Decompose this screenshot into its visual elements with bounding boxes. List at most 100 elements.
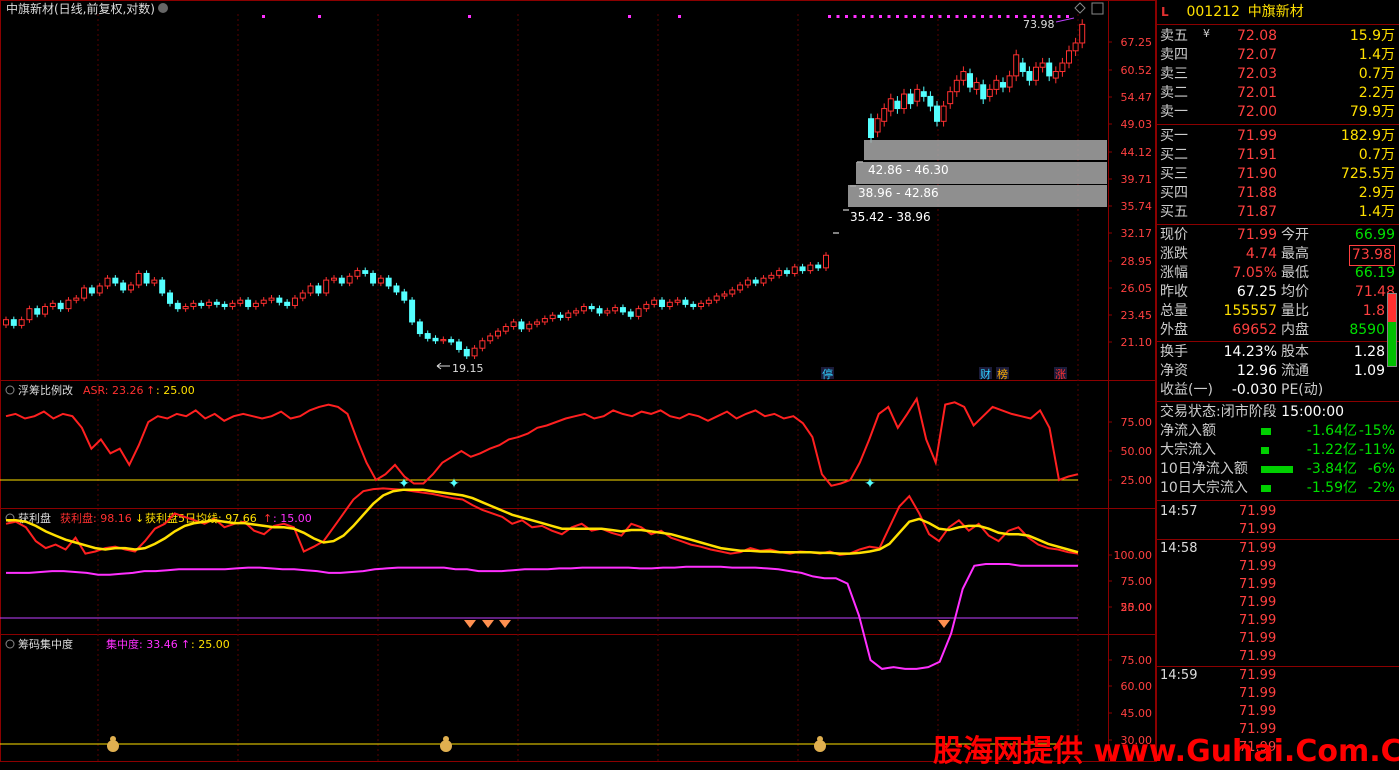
flow-percent: -15%: [1358, 423, 1395, 439]
profit-ref-label: : 15.00: [273, 512, 312, 525]
flow-value: -1.22亿: [1306, 442, 1357, 458]
chart-area[interactable]: 中旗新材(日线,前复权,对数) 67.25 60.52 54.47 49.03 44.12…: [0, 0, 1156, 762]
diamond-icon[interactable]: [1074, 2, 1086, 14]
tick-row[interactable]: 71.99: [1157, 521, 1399, 539]
ask-volume-unit: 万: [1381, 28, 1395, 44]
candle-body: [651, 299, 658, 305]
ask-row[interactable]: 卖一 72.00 79.9万: [1157, 103, 1399, 122]
candle-body: [1039, 62, 1046, 68]
diamond-signal-icon: [464, 620, 476, 628]
ask-label: 卖五: [1160, 28, 1188, 44]
signal-dot: [1015, 15, 1018, 18]
candle-body: [573, 310, 580, 314]
signal-dot: [896, 15, 899, 18]
bid-book: 买一 71.99 182.9万 买二 71.91 0.7万 买三 71.90 725.5万 买四 7…: [1157, 125, 1399, 225]
asr-line: [5, 396, 1079, 487]
tick-time: 14:59: [1160, 668, 1198, 683]
tick-price: 71.99: [1239, 631, 1277, 646]
tick-row[interactable]: 14:59 71.99: [1157, 666, 1399, 685]
concentration-pane-title: 筹码集中度: [18, 637, 73, 651]
tick-row[interactable]: 71.99: [1157, 594, 1399, 612]
candle-body: [705, 299, 712, 304]
bid-row[interactable]: 买五 71.87 1.4万: [1157, 203, 1399, 222]
stat-value: 73.98: [1348, 245, 1395, 266]
pane-settings-icon[interactable]: [5, 385, 15, 395]
candle-body: [416, 321, 423, 335]
tick-row[interactable]: 71.99: [1157, 630, 1399, 648]
candle-body: [18, 319, 25, 326]
quote-panel: L 001212 中旗新材 卖五 ¥72.08 15.9万 卖四 72.07 1.4万 卖三…: [1156, 0, 1399, 762]
trade-state: 闭市阶段: [1220, 404, 1277, 420]
tick-row[interactable]: 14:57 71.99: [1157, 503, 1399, 521]
tick-row[interactable]: 71.99: [1157, 685, 1399, 703]
ask-row[interactable]: 卖二 72.01 2.2万: [1157, 84, 1399, 103]
butterfly-icon: ✦: [448, 476, 460, 492]
panel-toggle-icon[interactable]: [1091, 2, 1104, 15]
signal-dot: [1057, 15, 1061, 18]
flow-row: 10日净流入额 -3.84亿 -6%: [1157, 460, 1399, 479]
ask-volume-value: 0.7: [1358, 66, 1381, 82]
bid-price: 71.90: [1237, 166, 1278, 182]
candle-body: [549, 314, 556, 320]
flow-value: -3.84亿: [1306, 461, 1357, 477]
kline-chart-svg[interactable]: 中旗新材(日线,前复权,对数) 67.25 60.52 54.47 49.03 44.12…: [0, 0, 1156, 762]
candle-body: [96, 285, 103, 294]
ask-row[interactable]: 卖三 72.03 0.7万: [1157, 65, 1399, 84]
signal-dot: [1023, 15, 1027, 18]
tick-row[interactable]: 71.99: [1157, 558, 1399, 576]
bid-row[interactable]: 买一 71.99 182.9万: [1157, 127, 1399, 146]
ask-row[interactable]: 卖四 72.07 1.4万: [1157, 46, 1399, 65]
stat-value: 1.09: [1353, 363, 1385, 379]
tick-row[interactable]: 71.99: [1157, 612, 1399, 630]
candle-body: [881, 108, 888, 122]
candle-body: [26, 308, 33, 321]
stock-name[interactable]: 中旗新材: [1248, 4, 1304, 20]
pane-settings-icon[interactable]: [5, 639, 15, 649]
price-tick-label: 60.52: [1121, 64, 1153, 77]
profit-ma-arrow: ↑: [263, 512, 272, 525]
diamond-signal-icon: [482, 620, 494, 628]
bid-row[interactable]: 买三 71.90 725.5万: [1157, 165, 1399, 184]
asr-pane-title: 浮筹比例改: [18, 383, 73, 397]
stock-code[interactable]: 001212: [1186, 4, 1239, 20]
price-tick-label: 67.25: [1121, 36, 1153, 49]
signal-dot: [904, 15, 908, 18]
stat-value: 14.23%: [1223, 344, 1277, 360]
trade-state-row: 交易状态:闭市阶段 15:00:00: [1157, 402, 1399, 422]
high-price-label: 73.98: [1023, 18, 1055, 31]
candle-body: [604, 310, 611, 314]
indicator-tick-label: 75.00: [1121, 416, 1153, 429]
candle-body: [901, 93, 907, 110]
ask-price: 72.07: [1237, 47, 1278, 63]
flow-bar: [1261, 428, 1271, 435]
main-dropdown-icon[interactable]: [158, 3, 168, 13]
tick-row[interactable]: 14:58 71.99: [1157, 539, 1399, 558]
tick-row[interactable]: 71.99: [1157, 576, 1399, 594]
stat-value: 12.96: [1236, 363, 1277, 379]
bid-row[interactable]: 买四 71.88 2.9万: [1157, 184, 1399, 203]
bid-row[interactable]: 买二 71.91 0.7万: [1157, 146, 1399, 165]
trade-time: 15:00:00: [1281, 404, 1345, 420]
candle-body: [1006, 75, 1013, 88]
concentration-line: [6, 563, 1078, 670]
price-tick-label: 44.12: [1121, 146, 1153, 159]
tick-row[interactable]: 71.99: [1157, 648, 1399, 666]
tick-list[interactable]: 14:57 71.99 71.99 14:58 71.99 71.99 71.99 71.99…: [1157, 501, 1399, 757]
signal-dot: [1006, 15, 1010, 18]
signal-dot: [998, 15, 1001, 18]
stat-value: 7.05%: [1232, 265, 1277, 281]
candle-body: [534, 321, 541, 325]
ask-row[interactable]: 卖五 ¥72.08 15.9万: [1157, 27, 1399, 46]
candle-body: [260, 299, 267, 304]
candle-body: [393, 285, 400, 293]
tick-row[interactable]: 71.99: [1157, 703, 1399, 721]
tick-price: 71.99: [1239, 577, 1277, 592]
chip-range-label: 38.96 - 42.86: [858, 186, 939, 200]
ask-volume-value: 15.9: [1349, 28, 1381, 44]
candle-body: [315, 285, 322, 294]
indicator-tick-label: 100.00: [1114, 549, 1153, 562]
tick-price: 71.99: [1239, 522, 1277, 537]
candle-body: [42, 306, 49, 315]
candle-body: [914, 88, 921, 102]
stat-value: 8590: [1349, 322, 1385, 338]
